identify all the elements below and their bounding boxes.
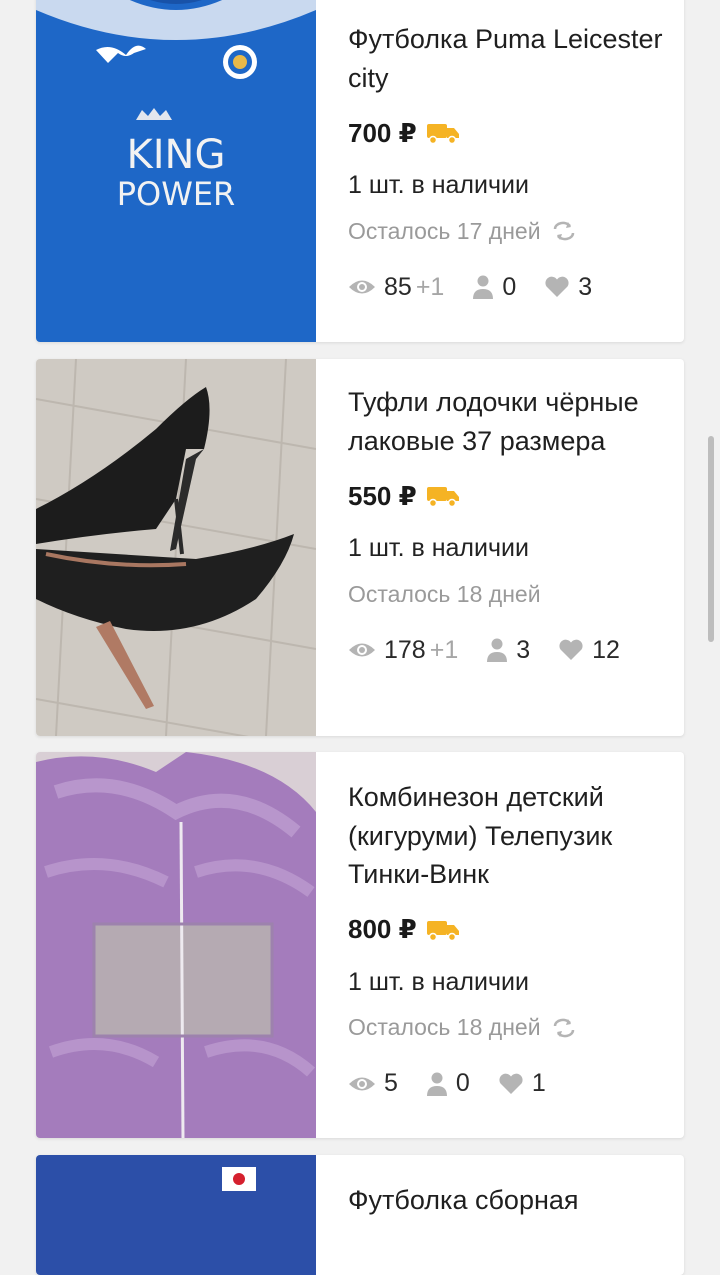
truck-icon (426, 487, 459, 507)
listing-card[interactable]: Комбинезон детский (кигуруми) Телепузик … (36, 752, 684, 1138)
listing-title[interactable]: Комбинезон детский (кигуруми) Телепузик … (348, 778, 664, 894)
heart-icon (545, 276, 569, 297)
views-count: 178 (384, 635, 426, 664)
contacts-count: 3 (516, 635, 531, 664)
favorites-count: 3 (578, 272, 593, 301)
listing-card[interactable]: Туфли лодочки чёрные лаковые 37 размера … (36, 359, 684, 736)
person-icon (426, 1072, 447, 1096)
listings-list: KING POWER Футболка Puma Leicester city … (0, 0, 720, 1275)
shirt-sponsor-text-2: POWER (117, 175, 236, 213)
views-delta: +1 (429, 635, 459, 664)
listing-expires: Осталось 17 дней (348, 217, 541, 244)
listing-price: 700 ₽ (348, 117, 417, 148)
scrollbar[interactable] (708, 436, 714, 642)
listing-title[interactable]: Футболка сборная (348, 1181, 664, 1220)
person-icon (487, 638, 508, 662)
views-delta: +1 (415, 272, 445, 301)
listing-expires: Осталось 18 дней (348, 1014, 541, 1040)
shirt-sponsor-text-1: KING (127, 132, 226, 178)
listing-photo[interactable] (36, 752, 316, 1138)
views-count: 85 (384, 272, 412, 301)
renew-icon[interactable] (551, 220, 577, 242)
listing-expires: Осталось 18 дней (348, 580, 541, 607)
listing-stock: 1 шт. в наличии (348, 967, 529, 996)
listing-title[interactable]: Туфли лодочки чёрные лаковые 37 размера (348, 383, 664, 460)
contacts-count: 0 (455, 1069, 470, 1097)
listing-photo[interactable] (36, 1155, 316, 1275)
eye-icon (349, 643, 375, 657)
heart-icon (559, 639, 583, 660)
listing-photo[interactable]: KING POWER (36, 0, 316, 342)
listing-title[interactable]: Футболка Puma Leicester city (348, 20, 664, 97)
views-count: 5 (384, 1069, 398, 1097)
listing-photo[interactable] (36, 359, 316, 736)
favorites-count: 12 (592, 635, 620, 664)
renew-icon[interactable] (551, 1017, 577, 1039)
eye-icon (349, 280, 375, 294)
listing-card[interactable]: KING POWER Футболка Puma Leicester city … (36, 0, 684, 342)
person-icon (473, 275, 494, 299)
truck-icon (426, 920, 459, 941)
listing-price: 800 ₽ (348, 914, 417, 944)
listing-card[interactable]: Футболка сборная (36, 1155, 684, 1275)
listing-stock: 1 шт. в наличии (348, 171, 529, 199)
listing-price: 550 ₽ (348, 480, 417, 511)
heart-icon (499, 1073, 523, 1094)
listing-stock: 1 шт. в наличии (348, 534, 529, 562)
favorites-count: 1 (531, 1069, 546, 1097)
contacts-count: 0 (502, 272, 517, 301)
truck-icon (426, 124, 459, 144)
eye-icon (349, 1077, 375, 1090)
